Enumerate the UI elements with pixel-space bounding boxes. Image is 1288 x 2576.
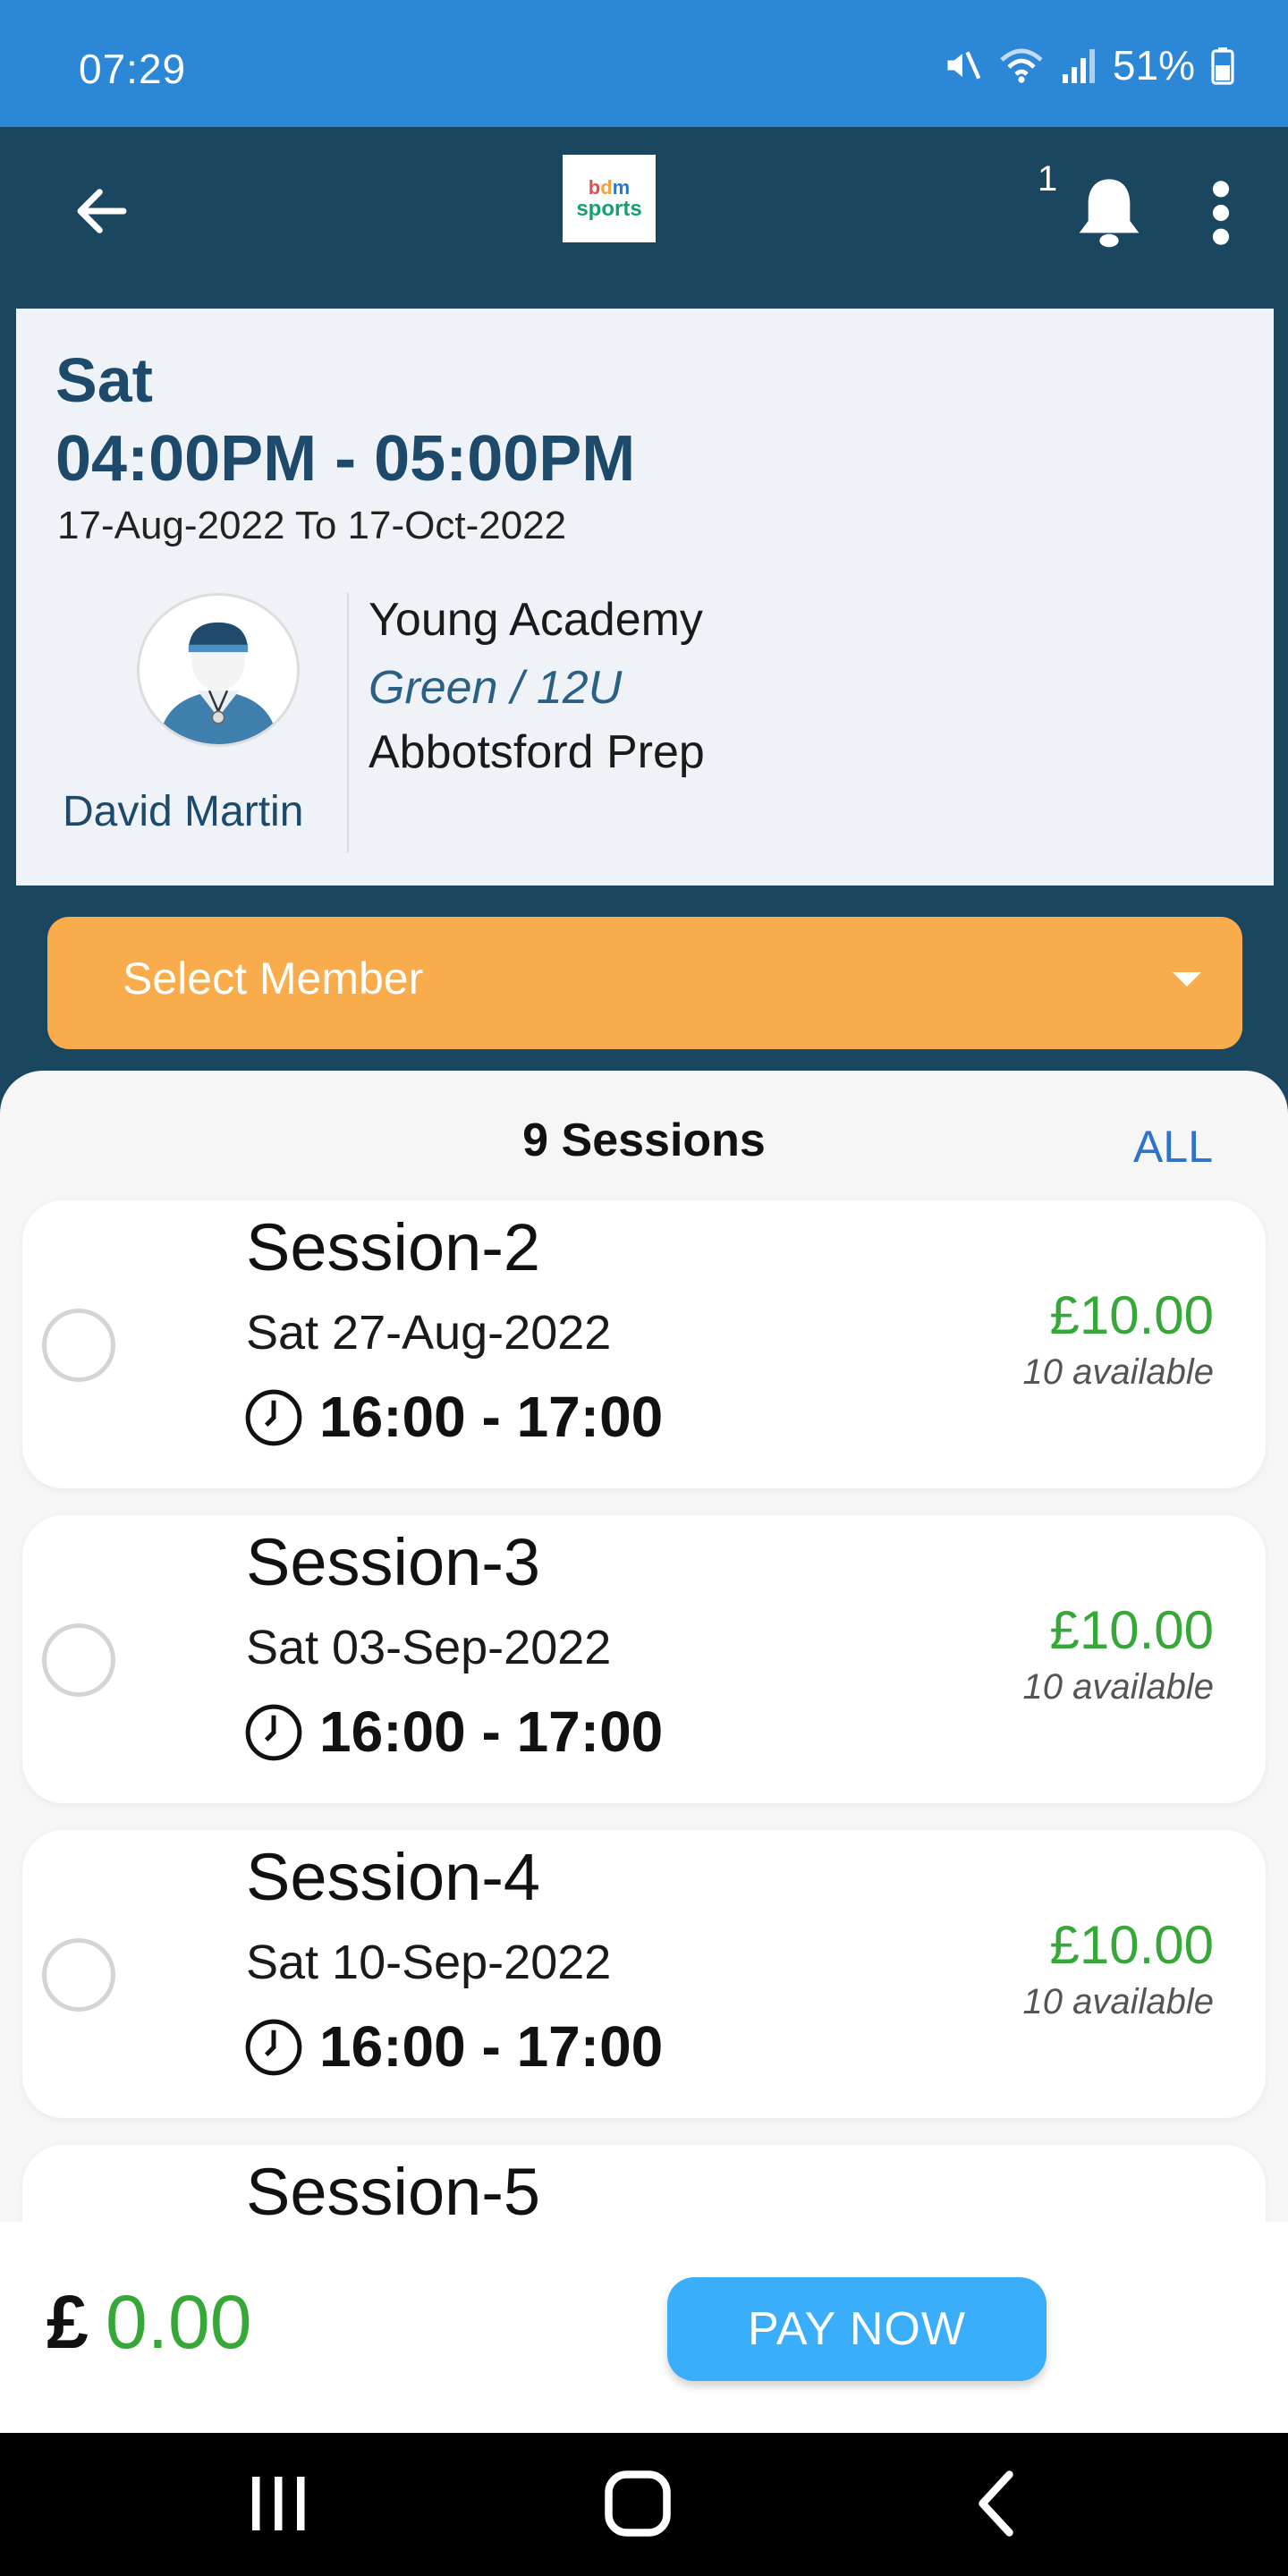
clock-icon bbox=[245, 1704, 302, 1761]
notification-count: 1 bbox=[1038, 159, 1058, 199]
recent-apps-icon[interactable] bbox=[234, 2463, 324, 2544]
coach-avatar bbox=[137, 593, 300, 747]
event-card: Sat 04:00PM - 05:00PM 17-Aug-2022 To 17-… bbox=[16, 309, 1274, 886]
mute-icon bbox=[947, 51, 981, 80]
status-icons: 51% bbox=[943, 42, 1234, 89]
home-icon[interactable] bbox=[593, 2463, 682, 2544]
session-price: £10.00 bbox=[1049, 1285, 1214, 1345]
divider bbox=[347, 593, 349, 852]
session-title: Session-2 bbox=[246, 1210, 541, 1284]
session-price: £10.00 bbox=[1049, 1600, 1214, 1660]
event-time: 04:00PM - 05:00PM bbox=[55, 423, 636, 495]
select-member-label: Select Member bbox=[123, 953, 424, 1004]
session-radio[interactable] bbox=[42, 1938, 115, 2012]
status-bar: 07:29 51% bbox=[0, 0, 1288, 127]
back-button[interactable] bbox=[63, 175, 141, 247]
session-price: £10.00 bbox=[1049, 1915, 1214, 1975]
wifi-icon bbox=[1000, 48, 1043, 83]
clock-icon bbox=[245, 2019, 302, 2076]
pay-now-button[interactable]: PAY NOW bbox=[667, 2277, 1046, 2381]
clock-icon bbox=[245, 1389, 302, 1446]
session-time: 16:00 - 17:00 bbox=[319, 1385, 664, 1449]
battery-icon bbox=[1211, 47, 1234, 85]
payment-bar: £ 0.00 PAY NOW bbox=[0, 2222, 1288, 2433]
session-title: Session-4 bbox=[246, 1840, 541, 1914]
select-all-link[interactable]: ALL bbox=[1133, 1121, 1213, 1173]
coach-name: David Martin bbox=[63, 788, 304, 835]
bdm-sports-logo: bdm sports bbox=[563, 155, 656, 242]
caret-down-icon bbox=[1173, 972, 1201, 987]
team-name: Green / 12U bbox=[369, 662, 623, 714]
session-card[interactable]: Session-4 Sat 10-Sep-2022 16:00 - 17:00 … bbox=[22, 1830, 1266, 2118]
venue-name: Abbotsford Prep bbox=[369, 726, 705, 778]
session-availability: 10 available bbox=[1022, 1667, 1215, 1707]
session-card[interactable]: Session-3 Sat 03-Sep-2022 16:00 - 17:00 … bbox=[22, 1515, 1266, 1803]
session-date: Sat 03-Sep-2022 bbox=[246, 1621, 612, 1674]
more-vert-icon[interactable] bbox=[1199, 177, 1243, 249]
logo-sports-text: sports bbox=[576, 196, 642, 221]
session-availability: 10 available bbox=[1022, 1352, 1215, 1392]
session-date: Sat 27-Aug-2022 bbox=[246, 1306, 612, 1360]
arrow-left-icon bbox=[77, 189, 127, 233]
select-member-dropdown[interactable]: Select Member bbox=[47, 917, 1242, 1049]
session-card[interactable]: Session-2 Sat 27-Aug-2022 16:00 - 17:00 … bbox=[22, 1200, 1266, 1488]
session-date: Sat 10-Sep-2022 bbox=[246, 1936, 612, 1989]
back-nav-icon[interactable] bbox=[953, 2463, 1043, 2544]
status-time: 07:29 bbox=[79, 46, 187, 92]
battery-percent: 51% bbox=[1112, 42, 1195, 89]
event-date-range: 17-Aug-2022 To 17-Oct-2022 bbox=[57, 504, 567, 547]
session-radio[interactable] bbox=[42, 1623, 115, 1697]
club-name: Young Academy bbox=[369, 594, 703, 646]
coach-icon bbox=[158, 622, 278, 744]
session-time: 16:00 - 17:00 bbox=[319, 1699, 664, 1764]
logo-bdm-text: bdm bbox=[588, 175, 631, 199]
signal-icon bbox=[1062, 49, 1095, 83]
top-app-bar: bdm sports 1 bbox=[0, 127, 1288, 293]
total-amount: 0.00 bbox=[106, 2280, 252, 2364]
session-availability: 10 available bbox=[1022, 1982, 1215, 2021]
sessions-count: 9 Sessions bbox=[522, 1114, 766, 1166]
session-radio[interactable] bbox=[42, 1309, 115, 1382]
currency-symbol: £ bbox=[47, 2280, 89, 2364]
bell-icon[interactable] bbox=[1073, 172, 1145, 252]
session-title: Session-3 bbox=[246, 1525, 541, 1599]
session-title: Session-5 bbox=[246, 2155, 541, 2229]
event-day: Sat bbox=[55, 345, 153, 415]
system-nav-bar bbox=[0, 2433, 1288, 2576]
session-time: 16:00 - 17:00 bbox=[319, 2014, 664, 2079]
